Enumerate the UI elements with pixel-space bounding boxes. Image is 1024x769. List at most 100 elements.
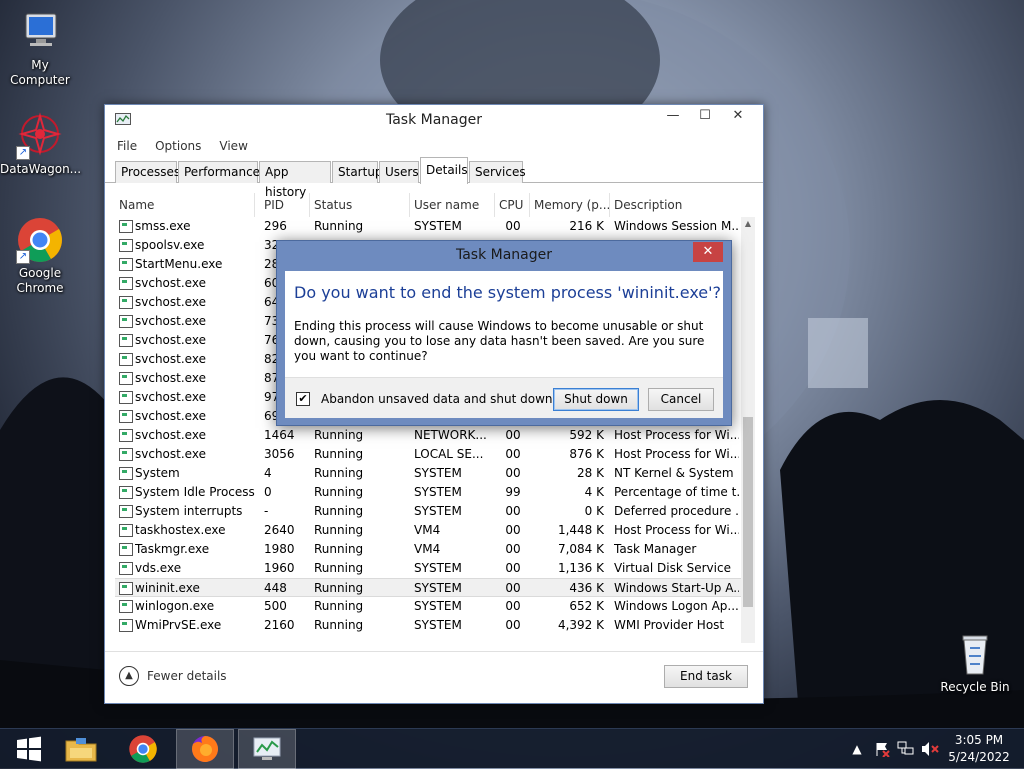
end-task-button[interactable]: End task	[664, 665, 748, 688]
cell-status: Running	[314, 618, 364, 632]
taskbar-chrome[interactable]	[114, 729, 172, 769]
task-manager-icon	[253, 737, 281, 760]
show-hidden-icons-button[interactable]: ▲	[850, 729, 864, 769]
cell-name: smss.exe	[135, 219, 191, 233]
table-row[interactable]: taskhostex.exe 2640 Running VM4 00 1,448 K Hos…	[115, 521, 741, 540]
cell-name: vds.exe	[135, 561, 182, 575]
column-header-name[interactable]: Name	[115, 193, 255, 217]
cell-mem: 4,392 K	[557, 618, 604, 632]
vertical-scrollbar[interactable]: ▲	[741, 217, 755, 643]
process-icon	[119, 220, 133, 233]
tab-users[interactable]: Users	[379, 161, 419, 183]
process-icon	[119, 619, 133, 632]
cell-cpu: 00	[505, 219, 521, 233]
datawagon-icon: ↗	[16, 112, 64, 160]
process-icon	[119, 391, 133, 404]
process-icon	[119, 543, 133, 556]
cell-pid: 500	[264, 599, 287, 613]
cell-name: taskhostex.exe	[135, 523, 226, 537]
table-row[interactable]: svchost.exe 3056 Running LOCAL SE... 00 876 K…	[115, 445, 741, 464]
process-icon	[119, 239, 133, 252]
shut-down-button[interactable]: Shut down	[553, 388, 639, 411]
table-row[interactable]: smss.exe 296 Running SYSTEM 00 216 K Windows S…	[115, 217, 741, 236]
title-bar[interactable]: Task Manager — ☐ ✕	[105, 105, 763, 135]
scroll-thumb[interactable]	[743, 417, 753, 607]
process-icon	[119, 562, 133, 575]
cell-cpu: 00	[505, 428, 521, 442]
cell-name: WmiPrvSE.exe	[135, 618, 222, 632]
cell-cpu: 00	[505, 504, 521, 518]
volume-muted-icon[interactable]	[920, 729, 940, 769]
abandon-data-checkbox-label[interactable]: Abandon unsaved data and shut down.	[321, 392, 556, 406]
shortcut-arrow-icon: ↗	[16, 146, 30, 160]
action-center-icon[interactable]	[872, 729, 892, 769]
computer-icon	[16, 8, 64, 56]
scroll-up-arrow-icon[interactable]: ▲	[741, 217, 755, 231]
dialog-content: Ending this process will cause Windows t…	[294, 319, 705, 363]
cell-pid: -	[264, 504, 269, 518]
tab-processes[interactable]: Processes	[115, 161, 180, 183]
desktop-icon-datawagon[interactable]: ↗ DataWagon...	[0, 112, 81, 177]
cell-user: VM4	[414, 523, 441, 537]
desktop-icon-google-chrome[interactable]: ↗ Google Chrome	[0, 216, 80, 296]
tab-services[interactable]: Services	[469, 161, 526, 183]
desktop-icon-label: My Computer	[10, 58, 70, 87]
column-header-description[interactable]: Description	[610, 193, 741, 217]
abandon-data-checkbox[interactable]: ✔	[296, 392, 310, 406]
column-header-cpu[interactable]: CPU	[495, 193, 530, 217]
taskbar-firefox[interactable]	[176, 729, 234, 769]
cell-user: SYSTEM	[414, 504, 462, 518]
start-button[interactable]	[0, 729, 58, 769]
menu-view[interactable]: View	[215, 135, 251, 157]
network-icon[interactable]	[896, 729, 916, 769]
process-icon	[119, 296, 133, 309]
taskbar-task-manager[interactable]	[238, 729, 296, 769]
cancel-button[interactable]: Cancel	[648, 388, 714, 411]
dialog-close-button[interactable]: ✕	[693, 242, 723, 262]
desktop-icon-recycle-bin[interactable]: Recycle Bin	[935, 630, 1015, 695]
cell-mem: 876 K	[569, 447, 604, 461]
process-icon	[119, 467, 133, 480]
table-row[interactable]: svchost.exe 1464 Running NETWORK... 00 592 K H…	[115, 426, 741, 445]
cell-mem: 592 K	[569, 428, 604, 442]
tab-performance[interactable]: Performance	[178, 161, 260, 183]
cell-desc: Virtual Disk Service	[614, 561, 731, 575]
column-header-pid[interactable]: PID	[260, 193, 310, 217]
cell-cpu: 00	[505, 466, 521, 480]
table-row[interactable]: wininit.exe 448 Running SYSTEM 00 436 K Window…	[115, 578, 741, 597]
desktop-icon-my-computer[interactable]: My Computer	[0, 8, 80, 88]
tab-details[interactable]: Details	[420, 157, 468, 184]
column-header-memory[interactable]: Memory (p...	[530, 193, 610, 217]
tab-app-history[interactable]: App history	[259, 161, 331, 199]
table-row[interactable]: WmiPrvSE.exe 2160 Running SYSTEM 00 4,392 K WM…	[115, 616, 741, 635]
menu-file[interactable]: File	[113, 135, 141, 157]
cell-user: LOCAL SE...	[414, 447, 484, 461]
table-row[interactable]: System 4 Running SYSTEM 00 28 K NT Kernel & Sy…	[115, 464, 741, 483]
process-icon	[119, 448, 133, 461]
cell-name: wininit.exe	[135, 581, 200, 595]
table-row[interactable]: Taskmgr.exe 1980 Running VM4 00 7,084 K Task M…	[115, 540, 741, 559]
taskbar: ▲ 3:05 PM 5/24/2022	[0, 728, 1024, 769]
column-header-user-name[interactable]: User name	[410, 193, 495, 217]
cell-pid: 3056	[264, 447, 295, 461]
system-clock[interactable]: 3:05 PM 5/24/2022	[940, 732, 1018, 766]
table-row[interactable]: winlogon.exe 500 Running SYSTEM 00 652 K Windo…	[115, 597, 741, 616]
chrome-icon: ↗	[16, 216, 64, 264]
tab-startup[interactable]: Startup	[332, 161, 383, 183]
cell-name: spoolsv.exe	[135, 238, 205, 252]
table-row[interactable]: vds.exe 1960 Running SYSTEM 00 1,136 K Virtual…	[115, 559, 741, 578]
column-header-status[interactable]: Status	[310, 193, 410, 217]
close-button[interactable]: ✕	[715, 105, 761, 127]
taskbar-file-explorer[interactable]	[52, 729, 110, 769]
process-icon	[119, 524, 133, 537]
cell-name: System Idle Process	[135, 485, 255, 499]
table-row[interactable]: System Idle Process 0 Running SYSTEM 99 4 K Pe…	[115, 483, 741, 502]
cell-cpu: 00	[505, 618, 521, 632]
cell-status: Running	[314, 504, 364, 518]
menu-options[interactable]: Options	[151, 135, 205, 157]
cell-cpu: 00	[505, 561, 521, 575]
minimize-button[interactable]: —	[658, 105, 688, 127]
fewer-details-button[interactable]: ▲ Fewer details	[119, 666, 227, 686]
dialog-body: Do you want to end the system process 'w…	[285, 271, 723, 418]
table-row[interactable]: System interrupts - Running SYSTEM 00 0 K Defe…	[115, 502, 741, 521]
